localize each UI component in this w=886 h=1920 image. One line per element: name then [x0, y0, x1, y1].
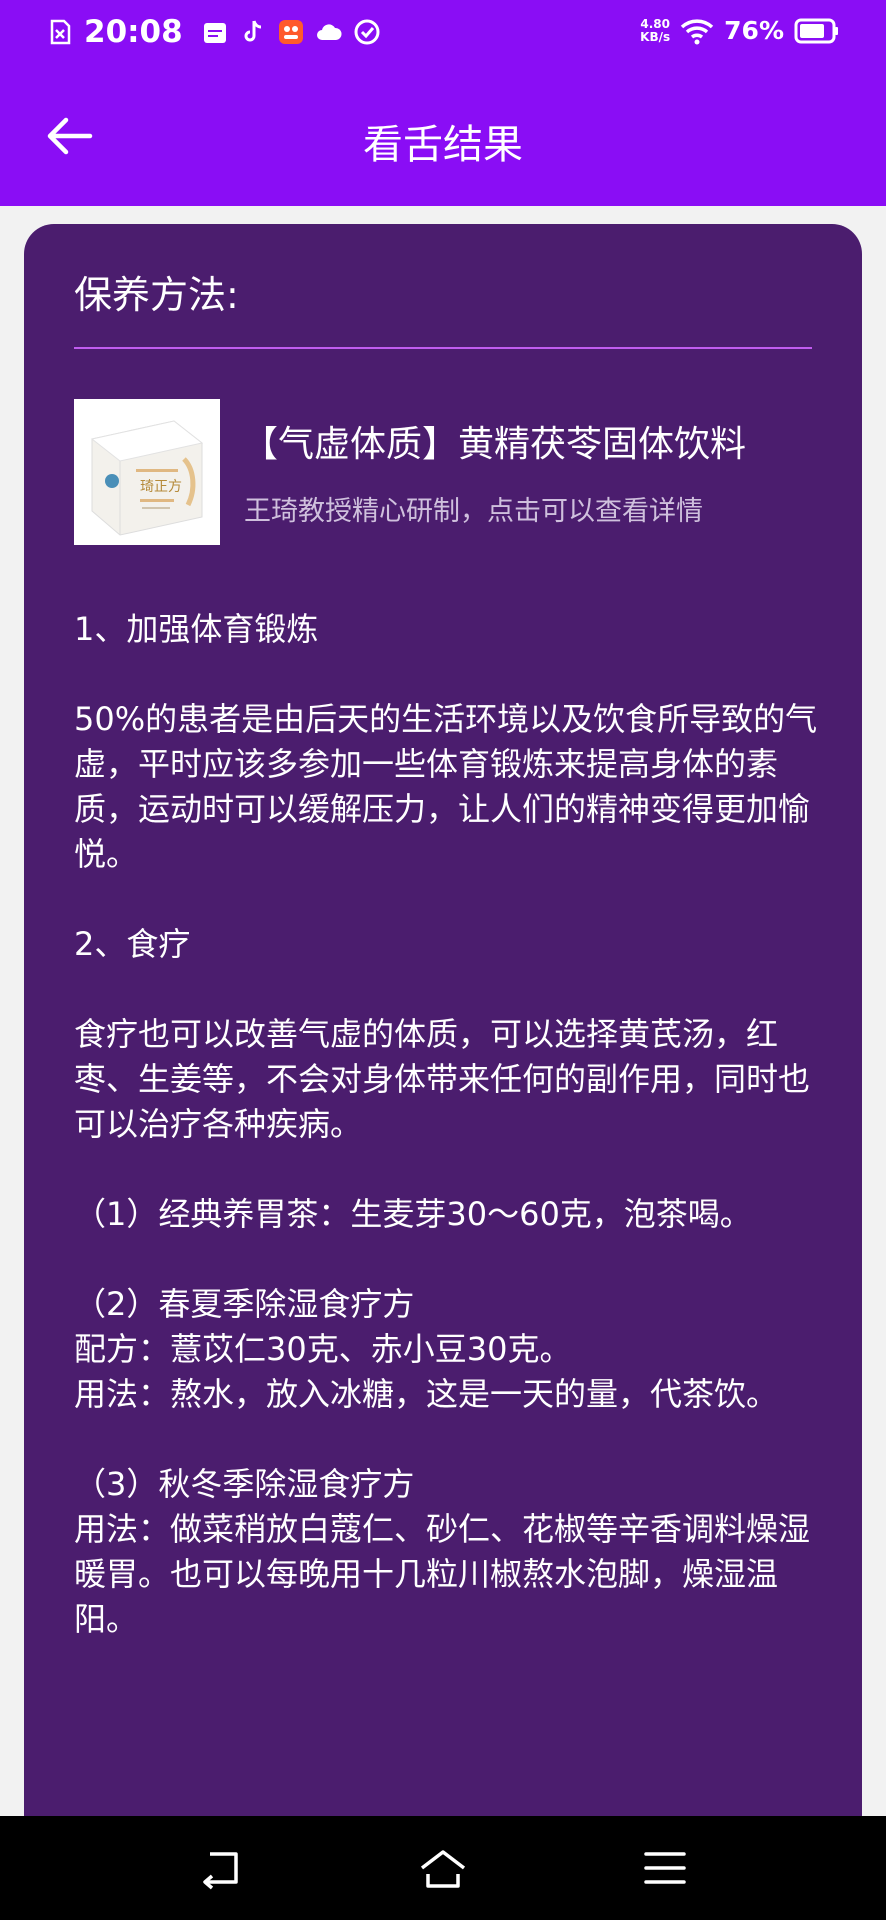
navigation-bar	[0, 1816, 886, 1920]
paragraph-diet-heading: 2、食疗	[74, 925, 191, 963]
net-speed-unit: KB/s	[640, 29, 671, 44]
product-image[interactable]: 琦正方	[74, 399, 220, 545]
paragraph-diet-body: 食疗也可以改善气虚的体质，可以选择黄芪汤，红枣、生姜等，不会对身体带来任何的副作…	[74, 1015, 811, 1143]
home-icon[interactable]	[418, 1846, 468, 1890]
paragraph-recipe-2: （2）春夏季除湿食疗方 配方：薏苡仁30克、赤小豆30克。 用法：熬水，放入冰糖…	[74, 1285, 779, 1413]
menu-icon[interactable]	[640, 1846, 690, 1890]
wifi-icon	[680, 18, 714, 44]
status-left: 20:08	[46, 14, 381, 50]
paragraph-exercise-heading: 1、加强体育锻炼	[74, 610, 319, 648]
checkmark-icon	[354, 19, 380, 45]
product-item[interactable]: 琦正方 【气虚体质】黄精茯苓固体饮料 王琦教授精心研制，点击可以查看详情	[74, 399, 832, 545]
product-name[interactable]: 【气虚体质】黄精茯苓固体饮料	[242, 415, 746, 467]
product-description[interactable]: 王琦教授精心研制，点击可以查看详情	[244, 489, 703, 528]
app-icon	[278, 20, 303, 44]
calendar-icon	[203, 23, 226, 43]
battery-percent: 76%	[724, 16, 784, 45]
tiktok-icon	[244, 20, 261, 42]
sim-icon	[50, 19, 71, 45]
paragraph-recipe-3: （3）秋冬季除湿食疗方 用法：做菜稍放白蔻仁、砂仁、花椒等辛香调料燥湿暖胃。也可…	[74, 1465, 811, 1638]
paragraph-exercise-body: 50%的患者是由后天的生活环境以及饮食所导致的气虚，平时应该多参加一些体育锻炼来…	[74, 700, 818, 873]
status-time: 20:08	[84, 14, 183, 50]
divider	[74, 347, 812, 349]
product-box-graphic: 琦正方	[74, 399, 220, 545]
product-box-label: 琦正方	[140, 479, 182, 495]
net-speed: 4.80 KB/s	[640, 16, 671, 44]
app-bar: 看舌结果	[0, 68, 886, 206]
section-title: 保养方法:	[74, 273, 239, 317]
cloud-icon	[316, 24, 342, 40]
battery-icon	[794, 18, 838, 43]
status-right: 4.80 KB/s 76%	[640, 16, 840, 45]
page-title: 看舌结果	[363, 122, 523, 168]
status-bar: 20:08 4.80 KB/s 76%	[0, 0, 886, 68]
back-nav-icon[interactable]	[196, 1846, 246, 1890]
paragraph-recipe-1: （1）经典养胃茶：生麦芽30～60克，泡茶喝。	[74, 1195, 752, 1233]
net-speed-value: 4.80	[640, 16, 670, 31]
advice-text: 1、加强体育锻炼 50%的患者是由后天的生活环境以及饮食所导致的气虚，平时应该多…	[74, 607, 822, 1687]
result-card: 保养方法: 琦正方 【气虚体质】黄精茯苓固体饮料 王琦教授精心研制，点击可以查看…	[24, 224, 862, 1864]
